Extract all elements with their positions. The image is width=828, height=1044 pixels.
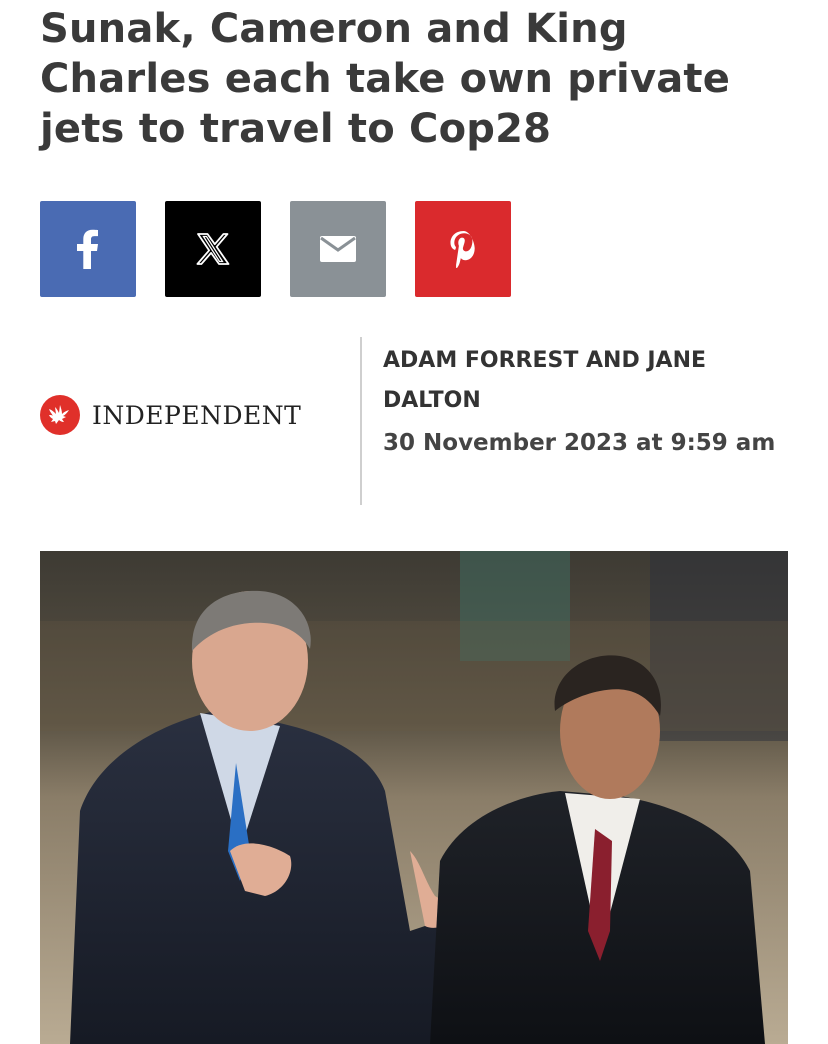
article-meta: INDEPENDENT ADAM FORREST AND JANE DALTON…	[0, 337, 828, 505]
publisher-brand[interactable]: INDEPENDENT	[40, 395, 301, 435]
share-pinterest-button[interactable]	[415, 201, 511, 297]
article-headline: Sunak, Cameron and King Charles each tak…	[40, 6, 731, 152]
publisher-name: INDEPENDENT	[92, 400, 302, 430]
pinterest-icon	[450, 231, 475, 268]
share-facebook-button[interactable]	[40, 201, 136, 297]
x-icon	[196, 233, 230, 265]
facebook-icon	[77, 229, 98, 269]
article-date: 30 November 2023 at 9:59 am	[383, 430, 776, 456]
email-icon	[320, 236, 356, 262]
share-email-button[interactable]	[290, 201, 386, 297]
share-buttons	[40, 201, 511, 297]
eagle-icon	[40, 395, 80, 435]
article-byline[interactable]: ADAM FORREST AND JANE DALTON	[383, 341, 783, 421]
photo-two-men-walking	[40, 551, 788, 1044]
meta-divider	[360, 337, 362, 505]
hero-photo[interactable]	[40, 551, 788, 1044]
share-x-button[interactable]	[165, 201, 261, 297]
